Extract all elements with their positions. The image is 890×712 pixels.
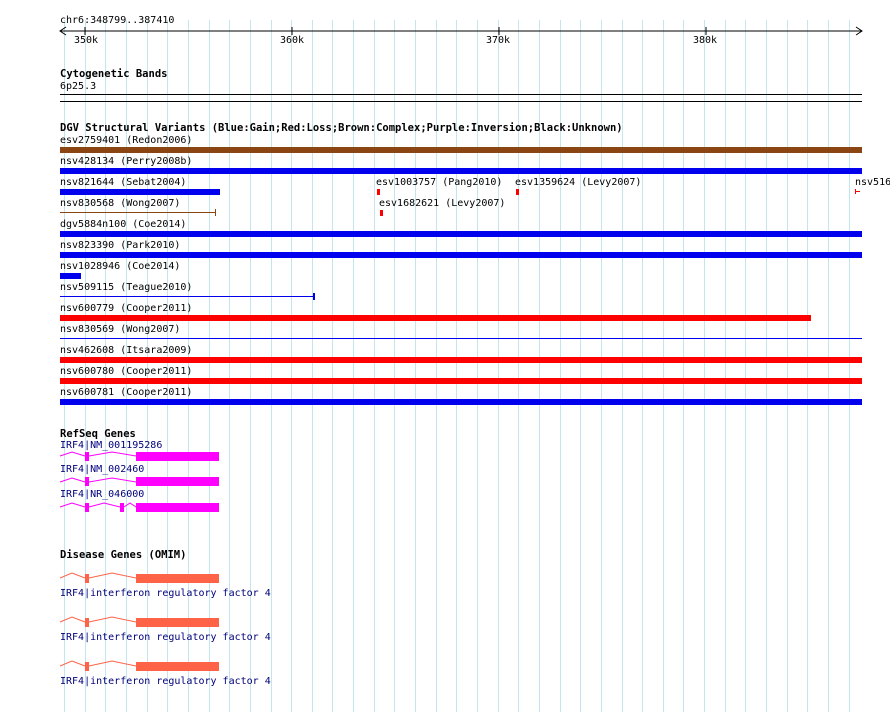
omim-model-2 [59, 616, 219, 627]
omim-gene-models[interactable] [0, 0, 890, 712]
omim-label[interactable]: IRF4|interferon regulatory factor 4 [60, 676, 271, 688]
omim-model-1 [59, 572, 219, 583]
genome-browser-page: { "ruler": { "location": "chr6:348799..3… [0, 0, 890, 712]
omim-model-3 [59, 660, 219, 671]
omim-label[interactable]: IRF4|interferon regulatory factor 4 [60, 632, 271, 644]
omim-label[interactable]: IRF4|interferon regulatory factor 4 [60, 588, 271, 600]
